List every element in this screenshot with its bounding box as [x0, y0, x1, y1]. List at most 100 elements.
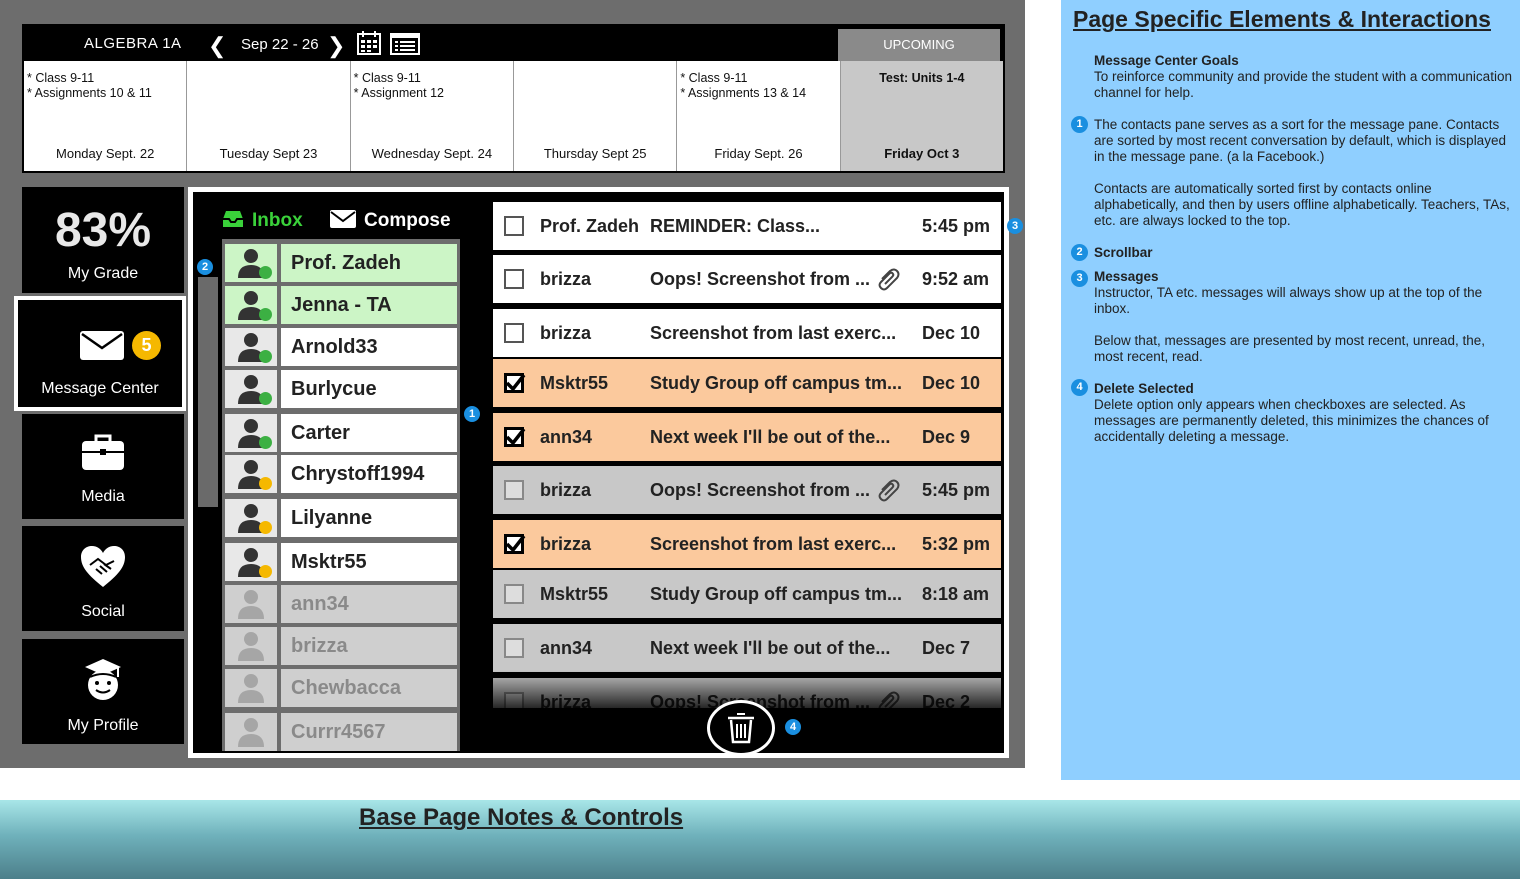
prev-week-chevron-icon[interactable]: ❮ [208, 33, 226, 59]
note-number: 1 [1071, 116, 1088, 133]
contact-name: Msktr55 [281, 543, 457, 581]
avatar [225, 370, 277, 408]
tab-compose[interactable]: Compose [330, 210, 451, 232]
note-text: Delete option only appears when checkbox… [1094, 397, 1489, 444]
paperclip-icon [878, 268, 900, 291]
avatar [225, 585, 277, 623]
message-checkbox[interactable] [504, 216, 524, 236]
nav-my-profile[interactable]: My Profile [22, 639, 184, 744]
note-heading: Messages [1094, 269, 1159, 284]
contact-item[interactable]: ann34 [225, 585, 457, 623]
message-time: Dec 2 [922, 691, 971, 709]
message-time: 5:32 pm [922, 533, 991, 554]
away-status-dot [259, 565, 272, 578]
contact-item[interactable]: Arnold33 [225, 328, 457, 366]
message-checkbox[interactable] [504, 373, 526, 393]
nav-media[interactable]: Media [22, 414, 184, 519]
day-notes: * Class 9-11 * Assignment 12 [353, 71, 444, 100]
note-text: Contacts are automatically sorted first … [1094, 181, 1510, 228]
avatar [225, 543, 277, 581]
contact-item[interactable]: Chrystoff1994 [225, 455, 457, 493]
calendar-day[interactable]: * Class 9-11 * Assignment 12 Wednesday S… [350, 61, 514, 171]
contact-name: Jenna - TA [281, 286, 457, 324]
next-week-chevron-icon[interactable]: ❯ [327, 33, 345, 59]
day-notes: * Class 9-11 * Assignments 10 & 11 [27, 71, 152, 100]
message-sender: brizza [540, 322, 592, 343]
calendar-day[interactable]: * Class 9-11 * Assignments 13 & 14 Frida… [677, 61, 841, 171]
message-row[interactable]: Msktr55 Study Group off campus tm... Dec 1… [493, 359, 1001, 407]
message-sender: ann34 [540, 426, 593, 447]
message-checkbox[interactable] [504, 584, 524, 604]
message-row[interactable]: ann34 Next week I'll be out of the... Dec … [493, 413, 1001, 461]
online-status-dot [259, 350, 272, 363]
contact-name: Lilyanne [281, 499, 457, 537]
contact-item[interactable]: Prof. Zadeh [225, 244, 457, 282]
contact-item[interactable]: Lilyanne [225, 499, 457, 537]
online-status-dot [259, 266, 272, 279]
message-time: Dec 10 [922, 372, 981, 393]
calendar-day[interactable]: Tuesday Sept 23 [187, 61, 351, 171]
message-time: 9:52 am [922, 268, 990, 289]
message-row[interactable]: brizza Screenshot from last exerc... Dec 1… [493, 309, 1001, 357]
message-row[interactable]: Prof. Zadeh REMINDER: Class... 5:45 pm [493, 202, 1001, 250]
message-checkbox[interactable] [504, 427, 526, 447]
message-row[interactable]: brizza Oops! Screenshot from ... 5:45 pm [493, 466, 1001, 514]
message-row[interactable]: brizza Oops! Screenshot from ... 9:52 am [493, 255, 1001, 303]
contact-item[interactable]: Burlycue [225, 370, 457, 408]
contacts-scrollbar[interactable] [198, 277, 218, 507]
note-text: Below that, messages are presented by mo… [1094, 333, 1485, 364]
handshake-heart-icon [81, 546, 125, 587]
message-subject: Next week I'll be out of the... [650, 426, 891, 447]
upcoming-day[interactable]: Test: Units 1-4 Friday Oct 3 [840, 61, 1003, 171]
message-sender: brizza [540, 479, 592, 500]
message-checkbox[interactable] [504, 323, 524, 343]
message-list: Prof. Zadeh REMINDER: Class... 5:45 pm briz… [493, 202, 1001, 708]
contact-item[interactable]: Chewbacca [225, 669, 457, 707]
nav-social[interactable]: Social [22, 526, 184, 631]
checkmark-icon [505, 534, 526, 553]
message-row[interactable]: ann34 Next week I'll be out of the... Dec … [493, 624, 1001, 672]
nav-message-center[interactable]: 5 Message Center [14, 296, 186, 411]
graduate-avatar-icon [85, 659, 121, 700]
person-icon [238, 632, 264, 661]
contact-item[interactable]: Currr4567 [225, 713, 457, 751]
day-label: Friday Sept. 26 [714, 146, 803, 161]
tab-inbox[interactable]: Inbox [222, 210, 303, 232]
message-checkbox[interactable] [504, 534, 526, 554]
contact-item[interactable]: Msktr55 [225, 543, 457, 581]
contact-item[interactable]: brizza [225, 627, 457, 665]
calendar-day[interactable]: * Class 9-11 * Assignments 10 & 11 Monda… [24, 61, 188, 171]
briefcase-icon [82, 434, 124, 470]
list-view-icon[interactable] [390, 33, 420, 55]
week-calendar: ALGEBRA 1A ❮ Sep 22 - 26 ❯ UPCOMING * Cl… [22, 24, 1005, 173]
message-row[interactable]: brizza Screenshot from last exerc... 5:32 … [493, 520, 1001, 568]
message-sender: Msktr55 [540, 372, 609, 393]
message-checkbox[interactable] [504, 480, 524, 500]
callout-1: 1 [464, 406, 480, 422]
person-icon [238, 590, 264, 619]
contact-item[interactable]: Carter [225, 414, 457, 452]
message-sender: brizza [540, 533, 592, 554]
nav-label: My Grade [67, 265, 139, 282]
app-frame: ALGEBRA 1A ❮ Sep 22 - 26 ❯ UPCOMING * Cl… [0, 0, 1025, 768]
message-sender: brizza [540, 691, 592, 709]
message-subject: Next week I'll be out of the... [650, 637, 891, 658]
delete-selected-button[interactable] [707, 700, 775, 756]
contact-name: ann34 [281, 585, 457, 623]
inbox-tray-icon [223, 211, 243, 227]
message-time: 5:45 pm [922, 479, 991, 500]
nav-label: Social [81, 603, 125, 620]
day-label: Tuesday Sept 23 [219, 146, 318, 161]
callout-2: 2 [197, 259, 213, 275]
message-sender: Msktr55 [540, 583, 609, 604]
contact-item[interactable]: Jenna - TA [225, 286, 457, 324]
message-checkbox[interactable] [504, 638, 524, 658]
nav-my-grade[interactable]: 83% My Grade [22, 187, 184, 293]
calendar-icon[interactable] [357, 31, 381, 55]
message-subject: Oops! Screenshot from ... [650, 268, 871, 289]
tab-upcoming[interactable]: UPCOMING [838, 29, 1000, 61]
message-row[interactable]: Msktr55 Study Group off campus tm... 8:18 … [493, 570, 1001, 618]
message-checkbox[interactable] [504, 269, 524, 289]
message-checkbox[interactable] [504, 692, 524, 708]
calendar-day[interactable]: Thursday Sept 25 [513, 61, 678, 171]
